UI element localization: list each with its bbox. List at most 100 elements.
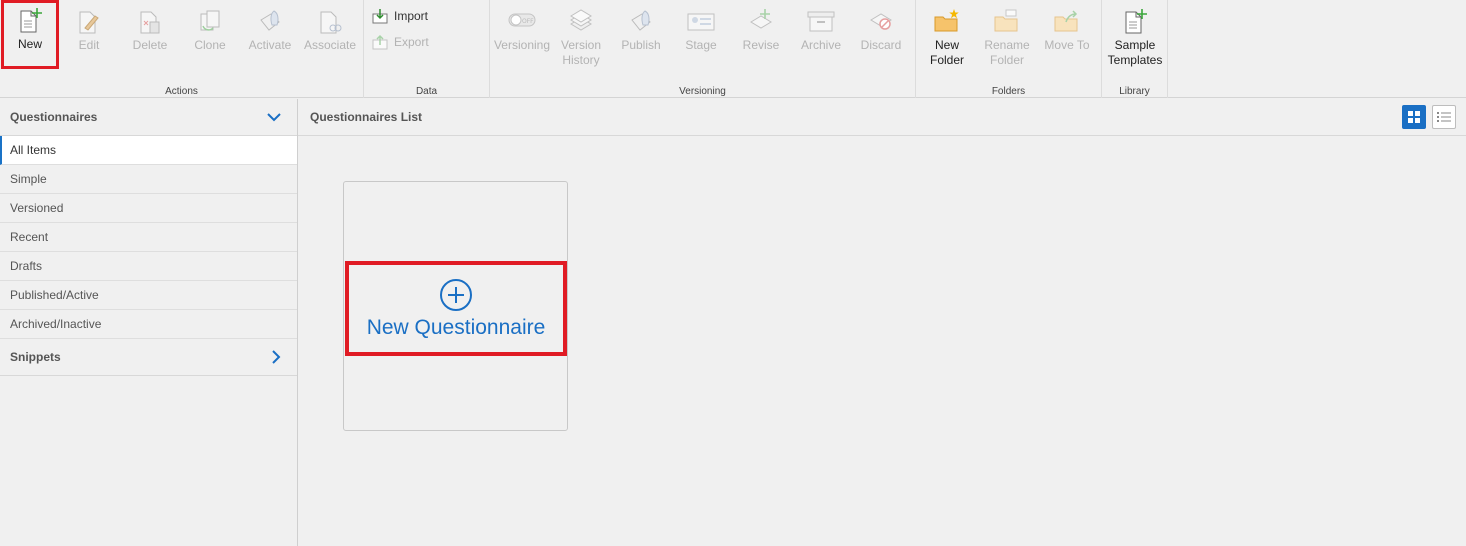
- new-questionnaire-button[interactable]: New Questionnaire: [345, 261, 567, 356]
- sidebar-item-all-items[interactable]: All Items: [0, 136, 297, 165]
- publish-rocket-icon: [631, 10, 651, 31]
- main-content: Questionnaires List New Questionnaire: [298, 99, 1466, 546]
- edit-button-label: Edit: [78, 38, 100, 52]
- export-button[interactable]: Export: [372, 31, 429, 53]
- sidebar-item-recent[interactable]: Recent: [0, 223, 297, 252]
- activate-button[interactable]: Activate: [241, 4, 299, 74]
- chevron-right-icon[interactable]: [271, 350, 281, 364]
- sidebar-item-simple[interactable]: Simple: [0, 165, 297, 194]
- discard-label: Discard: [860, 38, 902, 52]
- import-button[interactable]: Import: [372, 5, 428, 27]
- folders-group: New Folder Rename Folder Move To Folders: [916, 0, 1102, 98]
- ribbon-toolbar: New Edit Delete Clone Activate Associate…: [0, 0, 1466, 98]
- version-history-label-2: History: [562, 53, 600, 67]
- sidebar-item-label: All Items: [10, 143, 57, 157]
- sample-templates-icon: [1125, 9, 1147, 34]
- stage-icon: [687, 13, 715, 31]
- sample-templates-label-2: Templates: [1107, 53, 1163, 67]
- delete-icon: [140, 11, 160, 34]
- archive-button[interactable]: Archive: [792, 4, 850, 74]
- sidebar-item-label: Archived/Inactive: [10, 317, 102, 331]
- associate-icon: [320, 11, 342, 34]
- export-label: Export: [394, 35, 429, 49]
- sidebar-item-label: Drafts: [10, 259, 43, 273]
- clone-icon: [200, 10, 220, 31]
- discard-icon: [870, 13, 892, 30]
- grid-icon: [1408, 111, 1420, 123]
- new-folder-icon: [934, 9, 959, 32]
- move-folder-icon: [1054, 10, 1078, 32]
- publish-button[interactable]: Publish: [612, 4, 670, 74]
- sidebar-item-label: Recent: [10, 230, 49, 244]
- move-to-button[interactable]: Move To: [1038, 4, 1096, 74]
- versioning-group-label: Versioning: [679, 86, 726, 97]
- sidebar-item-drafts[interactable]: Drafts: [0, 252, 297, 281]
- move-to-label: Move To: [1044, 38, 1090, 52]
- view-toggle: [1402, 105, 1456, 129]
- discard-button[interactable]: Discard: [852, 4, 910, 74]
- versioning-toggle-icon: OFF: [508, 13, 536, 27]
- plus-circle-icon: [440, 278, 472, 311]
- new-folder-button[interactable]: New Folder: [918, 4, 976, 74]
- versioning-group: OFF Versioning Version History Publish S…: [490, 0, 916, 98]
- revise-label: Revise: [742, 38, 780, 52]
- version-history-icon: [570, 9, 592, 31]
- folders-group-label: Folders: [991, 86, 1026, 97]
- actions-group-label: Actions: [165, 86, 198, 97]
- rename-folder-label-1: Rename: [984, 38, 1030, 52]
- svg-text:OFF: OFF: [522, 18, 534, 25]
- new-folder-label-2: Folder: [929, 53, 964, 67]
- versioning-label: Versioning: [493, 38, 551, 52]
- new-document-icon: [20, 8, 42, 33]
- clone-button-label: Clone: [194, 38, 226, 52]
- library-group: Sample Templates Library: [1102, 0, 1168, 98]
- delete-button[interactable]: Delete: [121, 4, 179, 74]
- edit-button[interactable]: Edit: [60, 4, 118, 74]
- clone-button[interactable]: Clone: [181, 4, 239, 74]
- list-icon: [1437, 112, 1451, 122]
- sidebar-item-label: Simple: [10, 172, 47, 186]
- data-group: Import Export Data: [364, 0, 490, 98]
- sidebar-title: Questionnaires: [10, 110, 98, 124]
- rename-folder-label-2: Folder: [989, 53, 1024, 67]
- activate-rocket-icon: [260, 10, 280, 31]
- sidebar-snippets-header[interactable]: Snippets: [0, 339, 297, 376]
- version-history-button[interactable]: Version History: [552, 4, 610, 74]
- chevron-down-icon[interactable]: [267, 112, 281, 122]
- versioning-button[interactable]: OFF Versioning: [492, 4, 552, 74]
- sample-templates-button[interactable]: Sample Templates: [1106, 4, 1164, 74]
- sample-templates-label-1: Sample: [1114, 38, 1156, 52]
- rename-folder-button[interactable]: Rename Folder: [978, 4, 1036, 74]
- activate-button-label: Activate: [248, 38, 292, 52]
- associate-button-label: Associate: [303, 38, 357, 52]
- page-title: Questionnaires List: [310, 110, 423, 124]
- associate-button[interactable]: Associate: [301, 4, 359, 74]
- sidebar: Questionnaires All Items Simple Versione…: [0, 99, 298, 546]
- archive-box-icon: [807, 11, 835, 32]
- stage-button[interactable]: Stage: [672, 4, 730, 74]
- sidebar-item-versioned[interactable]: Versioned: [0, 194, 297, 223]
- sidebar-item-published-active[interactable]: Published/Active: [0, 281, 297, 310]
- edit-icon: [79, 11, 99, 34]
- new-questionnaire-label: New Questionnaire: [366, 315, 546, 339]
- sidebar-item-archived-inactive[interactable]: Archived/Inactive: [0, 310, 297, 339]
- publish-label: Publish: [621, 38, 661, 52]
- new-folder-label-1: New: [934, 38, 959, 52]
- rename-folder-icon: [994, 9, 1018, 32]
- import-label: Import: [394, 9, 429, 23]
- list-view-button[interactable]: [1432, 105, 1456, 129]
- revise-button[interactable]: Revise: [732, 4, 790, 74]
- delete-button-label: Delete: [132, 38, 168, 52]
- sidebar-item-label: Versioned: [10, 201, 64, 215]
- sidebar-questionnaires-header[interactable]: Questionnaires: [0, 99, 297, 136]
- sidebar-snippets-label: Snippets: [10, 350, 61, 364]
- new-button-label: New: [17, 37, 42, 51]
- data-group-label: Data: [415, 86, 438, 97]
- new-button[interactable]: New: [1, 0, 59, 69]
- archive-label: Archive: [800, 38, 841, 52]
- actions-group: New Edit Delete Clone Activate Associate…: [0, 0, 364, 98]
- grid-view-button[interactable]: [1402, 105, 1426, 129]
- new-questionnaire-card[interactable]: New Questionnaire: [343, 181, 568, 431]
- revise-icon: [750, 9, 772, 29]
- sidebar-item-label: Published/Active: [10, 288, 99, 302]
